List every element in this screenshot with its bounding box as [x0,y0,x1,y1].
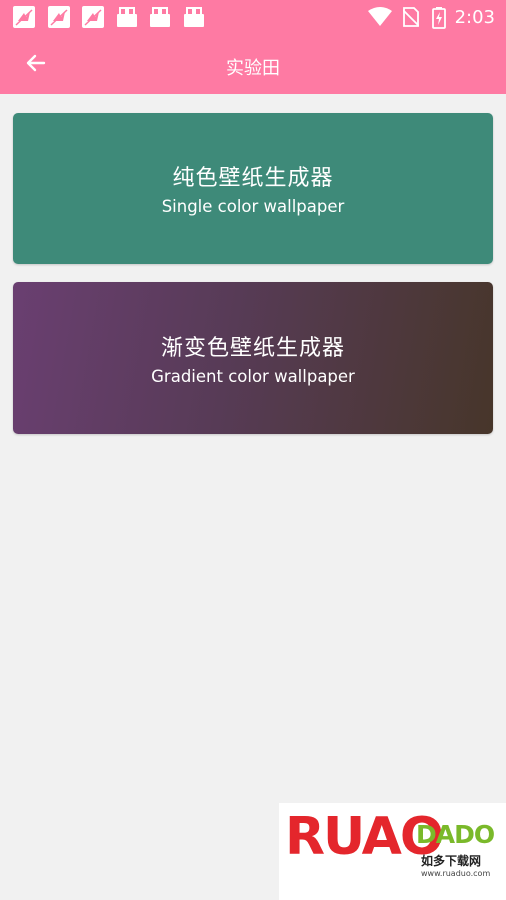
watermark-url: www.ruaduo.com [421,869,491,878]
butterfly-notification-icon [82,6,104,28]
shopping-bag-icon [116,6,138,28]
card-subtitle: Gradient color wallpaper [151,367,355,386]
shopping-bag-icon [149,6,171,28]
wifi-icon [368,7,392,31]
status-bar: 2:03 [0,0,506,36]
battery-charging-icon [432,7,446,33]
butterfly-notification-icon [13,6,35,28]
watermark-logo: RUAO DADO 如多下载网 www.ruaduo.com [279,803,506,900]
card-title: 纯色壁纸生成器 [172,166,334,191]
shopping-bag-icon [183,6,205,28]
page-title: 实验田 [226,58,280,79]
solid-color-wallpaper-card[interactable]: 纯色壁纸生成器 Single color wallpaper [13,113,493,264]
card-subtitle: Single color wallpaper [161,197,345,216]
watermark-site-name: 如多下载网 [421,854,482,868]
butterfly-notification-icon [48,6,70,28]
app-bar: 实验田 [0,36,506,94]
gradient-color-wallpaper-card[interactable]: 渐变色壁纸生成器 Gradient color wallpaper [13,282,493,434]
watermark-logo-small: DADO [416,820,495,849]
status-time: 2:03 [454,7,495,28]
card-title: 渐变色壁纸生成器 [160,336,345,361]
no-sim-icon [402,7,420,31]
